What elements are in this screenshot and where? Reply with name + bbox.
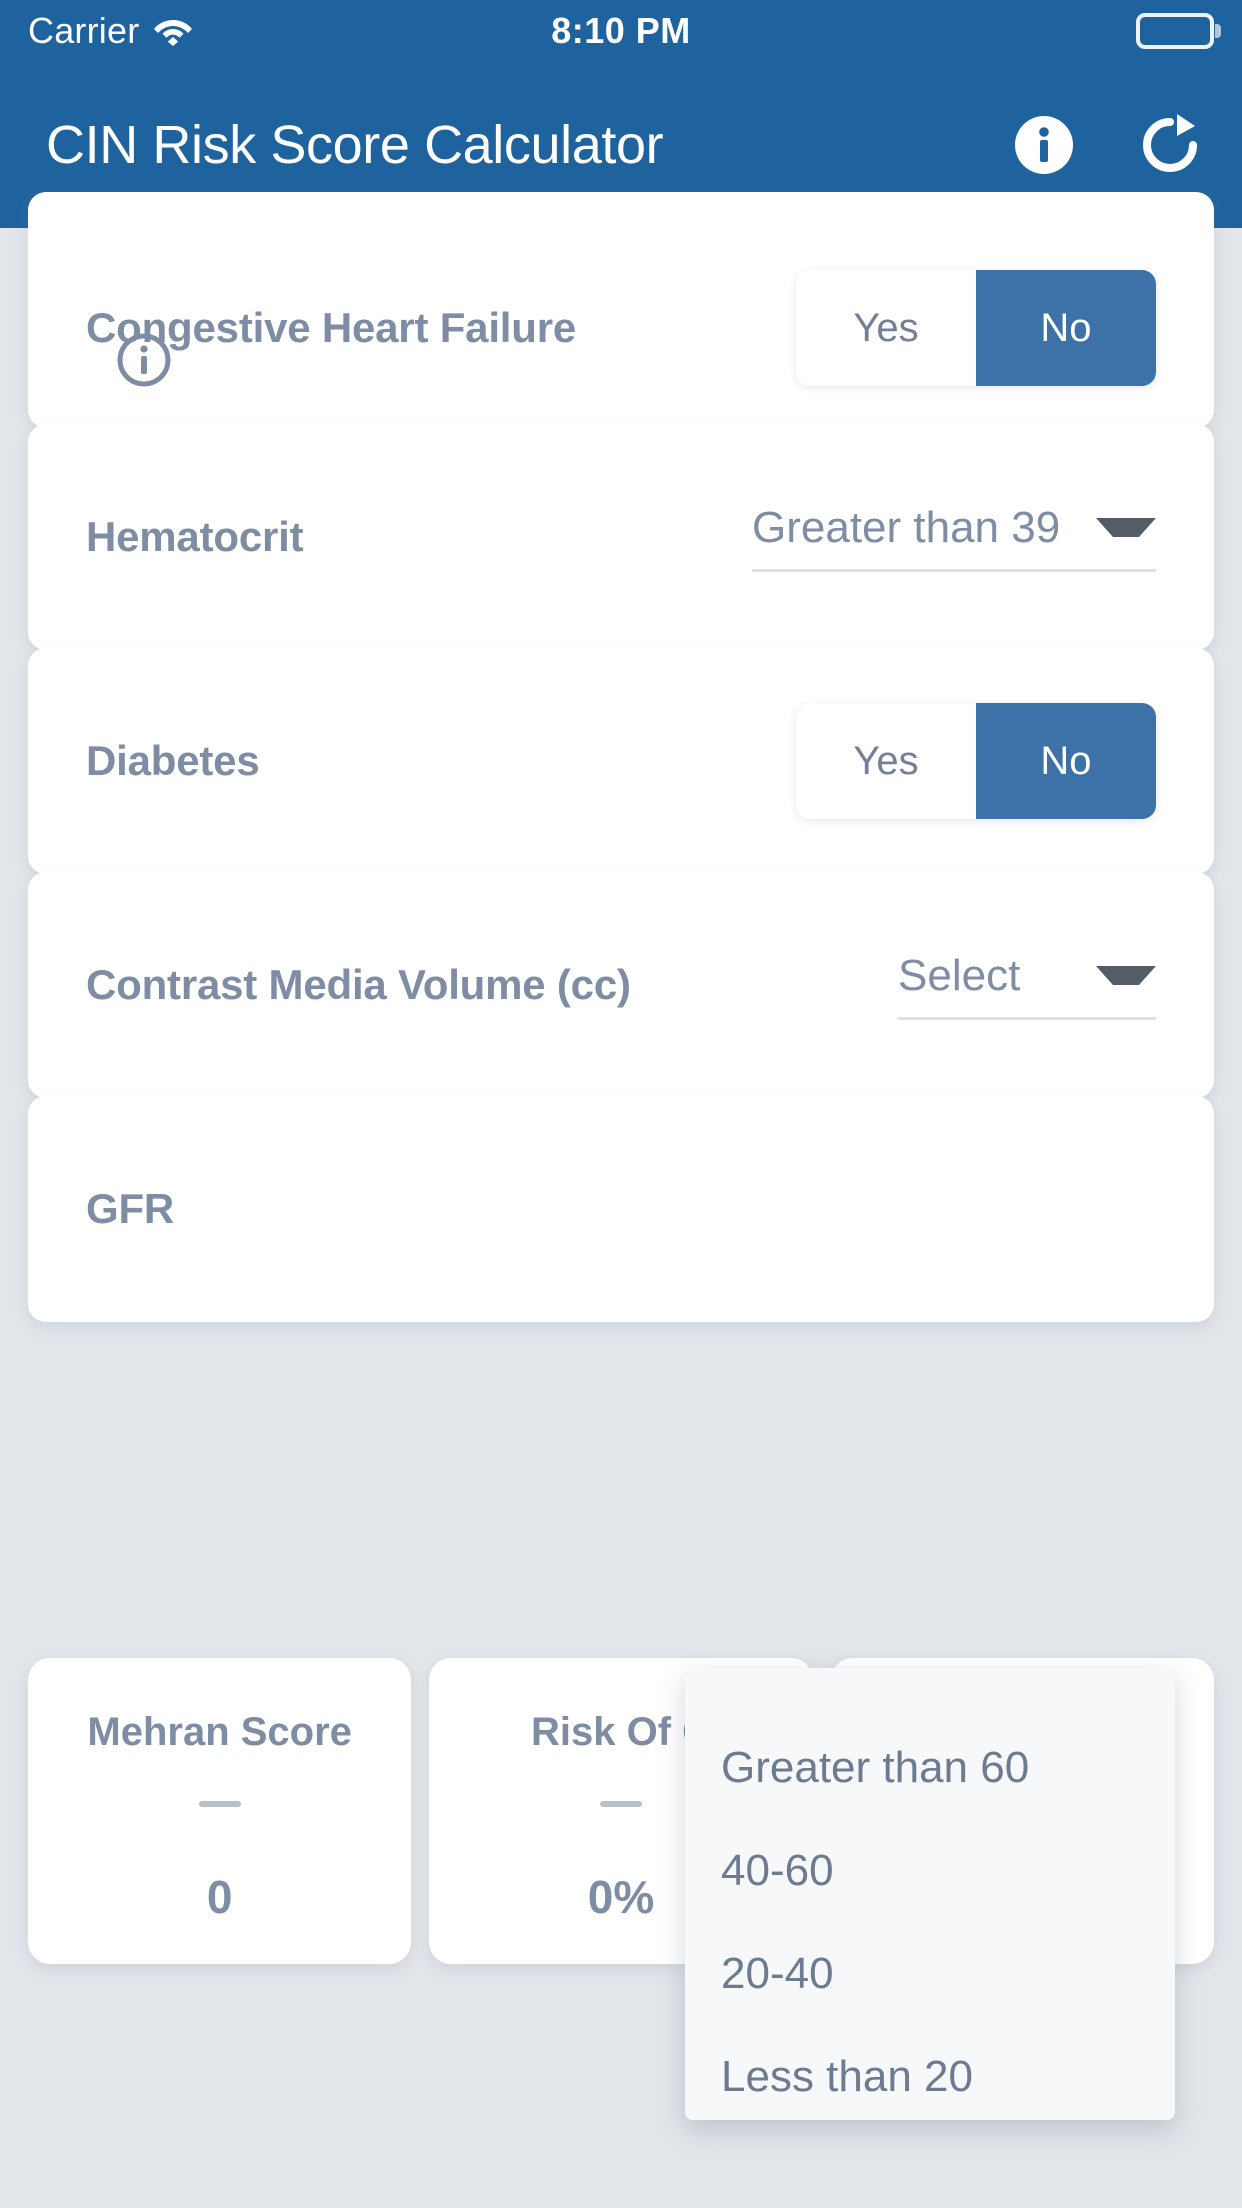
result-divider xyxy=(198,1801,241,1807)
status-bar-left: Carrier xyxy=(28,13,193,49)
dropdown-value-hematocrit: Greater than 39 xyxy=(752,502,1061,552)
info-circle-outline-icon[interactable] xyxy=(116,332,172,388)
result-card-mehran-score: Mehran Score 0 xyxy=(28,1658,412,1964)
segment-yes[interactable]: Yes xyxy=(796,703,976,819)
info-circle-filled-icon[interactable] xyxy=(1006,107,1082,183)
dropdown-menu-item[interactable]: 20-40 xyxy=(685,1922,1175,2025)
chevron-down-icon xyxy=(1096,518,1156,537)
field-label-hematocrit: Hematocrit xyxy=(86,512,304,560)
app-screen: Carrier 8:10 PM CIN Risk Score Calculato… xyxy=(0,0,1242,2208)
segment-no[interactable]: No xyxy=(976,270,1156,386)
field-label-contrast-media-volume: Contrast Media Volume (cc) xyxy=(86,960,631,1008)
result-title: Risk Of C xyxy=(530,1710,712,1754)
dropdown-hematocrit[interactable]: Greater than 39 xyxy=(752,503,1156,572)
wifi-icon xyxy=(153,16,193,46)
battery-full-icon xyxy=(1136,13,1214,49)
field-label-gfr: GFR xyxy=(86,1184,175,1232)
segment-no[interactable]: No xyxy=(976,703,1156,819)
dropdown-menu-item[interactable]: Greater than 60 xyxy=(685,1716,1175,1819)
segmented-control-congestive-heart-failure[interactable]: Yes No xyxy=(796,270,1156,386)
field-label-diabetes: Diabetes xyxy=(86,736,260,784)
dropdown-menu-item[interactable]: 40-60 xyxy=(685,1819,1175,1922)
clock-label: 8:10 PM xyxy=(551,10,691,51)
chevron-down-icon xyxy=(1096,966,1156,985)
dropdown-value-contrast-media-volume: Select xyxy=(898,950,1021,1000)
field-card-gfr: GFR xyxy=(28,1096,1214,1322)
segmented-control-diabetes[interactable]: Yes No xyxy=(796,703,1156,819)
field-card-diabetes: Diabetes Yes No xyxy=(28,648,1214,874)
result-divider xyxy=(599,1801,642,1807)
form-scroll-area[interactable]: Congestive Heart Failure Yes No Hematocr… xyxy=(0,192,1242,2208)
dropdown-menu-contrast-media-volume[interactable]: Greater than 60 40-60 20-40 Less than 20 xyxy=(685,1668,1175,2120)
refresh-icon[interactable] xyxy=(1132,107,1208,183)
app-bar-actions xyxy=(1006,107,1208,183)
status-bar: Carrier 8:10 PM xyxy=(0,0,1242,62)
result-value: 0 xyxy=(206,1871,233,1923)
dropdown-contrast-media-volume[interactable]: Select xyxy=(898,951,1156,1020)
result-title: Mehran Score xyxy=(87,1710,352,1754)
segment-yes[interactable]: Yes xyxy=(796,270,976,386)
carrier-label: Carrier xyxy=(28,10,140,51)
field-card-congestive-heart-failure: Congestive Heart Failure Yes No xyxy=(28,192,1214,428)
dropdown-menu-item[interactable]: Less than 20 xyxy=(685,2025,1175,2128)
page-title: CIN Risk Score Calculator xyxy=(46,115,664,175)
field-card-hematocrit: Hematocrit Greater than 39 xyxy=(28,424,1214,650)
status-bar-right xyxy=(1136,13,1214,49)
field-card-contrast-media-volume: Contrast Media Volume (cc) Select xyxy=(28,872,1214,1098)
result-value: 0% xyxy=(587,1871,655,1923)
